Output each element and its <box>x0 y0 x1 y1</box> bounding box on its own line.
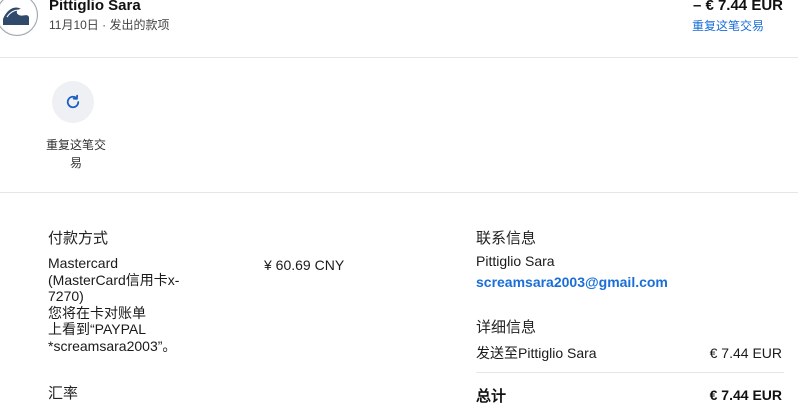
payment-amount: ¥ 60.69 CNY <box>264 257 345 273</box>
contact-email-link[interactable]: screamsara2003@gmail.com <box>476 274 668 290</box>
payment-method-heading: 付款方式 <box>48 230 109 247</box>
payment-line: (MasterCard信用卡x- <box>48 271 180 288</box>
avatar <box>0 0 38 36</box>
total-amount: € 7.44 EUR <box>709 387 782 403</box>
details-heading: 详细信息 <box>476 319 537 336</box>
refresh-icon <box>66 94 80 109</box>
divider <box>0 192 798 193</box>
divider <box>476 372 784 373</box>
repeat-transaction-link[interactable]: 重复这笔交易 <box>692 17 764 34</box>
payment-line: Mastercard <box>48 255 119 271</box>
payment-line: *screamsara2003”。 <box>48 337 177 354</box>
transaction-date-type: 11月10日 · 发出的款项 <box>49 18 170 32</box>
repeat-transaction-button[interactable] <box>52 81 94 123</box>
divider <box>0 57 798 58</box>
payment-line: 7270) <box>48 288 84 304</box>
sent-to-label: 发送至Pittiglio Sara <box>476 345 597 361</box>
contact-info-heading: 联系信息 <box>476 230 537 247</box>
repeat-transaction-label: 重复这笔交易 <box>45 138 106 170</box>
payment-line: 上看到“PAYPAL <box>48 321 147 337</box>
payment-method-description: Mastercard (MasterCard信用卡x- 7270) 您将在卡对账… <box>48 255 208 354</box>
total-label: 总计 <box>476 388 507 405</box>
transaction-amount: – € 7.44 EUR <box>692 0 783 14</box>
contact-name: Pittiglio Sara <box>476 253 555 269</box>
payment-line: 您将在卡对账单 <box>48 304 146 321</box>
exchange-rate-heading: 汇率 <box>48 385 79 402</box>
payee-name: Pittiglio Sara <box>49 0 141 14</box>
sent-amount: € 7.44 EUR <box>709 345 782 361</box>
wave-logo-icon <box>0 0 36 34</box>
